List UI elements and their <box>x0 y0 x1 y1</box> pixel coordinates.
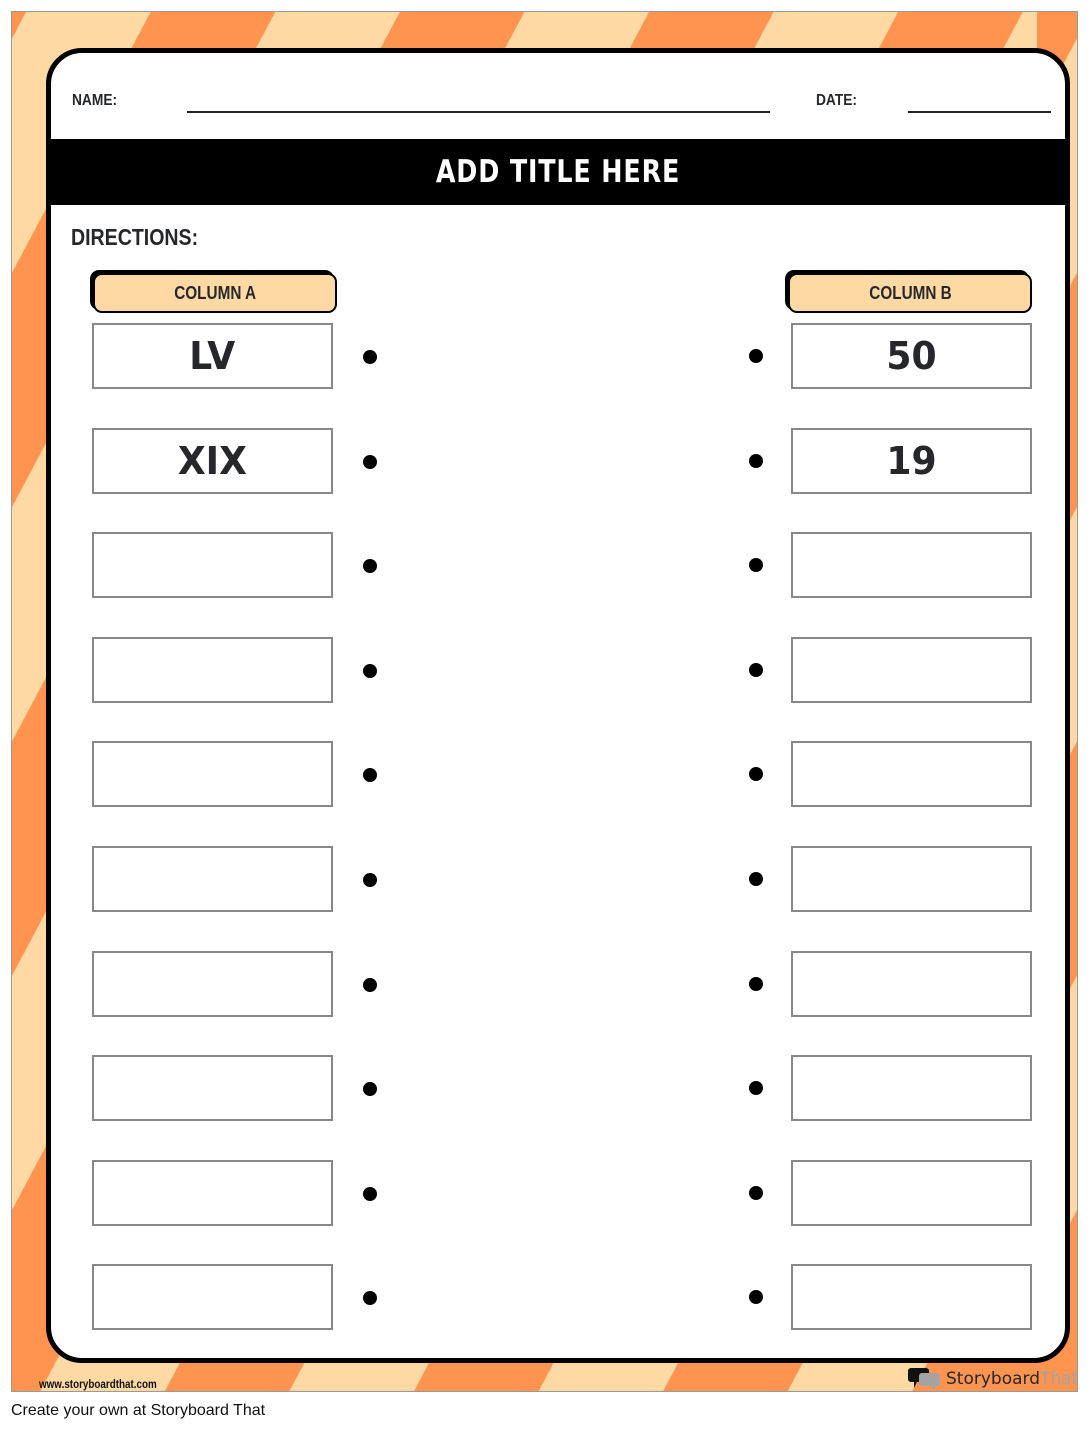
column-a-match-dot[interactable] <box>363 664 377 678</box>
column-a-match-dot[interactable] <box>363 350 377 364</box>
column-a-item-text: LV <box>189 334 236 378</box>
column-b-match-dot[interactable] <box>749 977 763 991</box>
column-a-match-dot[interactable] <box>363 559 377 573</box>
brand-name-storyboard: Storyboard <box>946 1369 1040 1389</box>
worksheet-card: NAME: DATE: ADD TITLE HERE DIRECTIONS: C… <box>46 48 1070 1363</box>
title-band: ADD TITLE HERE <box>51 139 1065 205</box>
column-a-item[interactable] <box>92 1055 333 1121</box>
column-b-match-dot[interactable] <box>749 1290 763 1304</box>
column-b-match-dot[interactable] <box>749 558 763 572</box>
column-b-match-dot[interactable] <box>749 872 763 886</box>
column-b-item[interactable]: 19 <box>791 428 1032 494</box>
name-line[interactable] <box>187 111 770 113</box>
column-b-match-dot[interactable] <box>749 454 763 468</box>
column-a-item[interactable] <box>92 637 333 703</box>
column-a-match-dot[interactable] <box>363 768 377 782</box>
column-b-match-dot[interactable] <box>749 1186 763 1200</box>
column-a-header: COLUMN A <box>93 273 337 313</box>
column-b-item[interactable]: 50 <box>791 323 1032 389</box>
storyboardthat-logo[interactable]: Storyboard That <box>908 1365 1078 1391</box>
column-b-item[interactable] <box>791 741 1032 807</box>
column-a-item[interactable] <box>92 951 333 1017</box>
brand-name-that: That <box>1040 1369 1078 1389</box>
column-a-item[interactable] <box>92 1264 333 1330</box>
column-b-item[interactable] <box>791 951 1032 1017</box>
column-b-item-text: 19 <box>886 439 937 483</box>
column-a-item[interactable]: LV <box>92 323 333 389</box>
column-a-match-dot[interactable] <box>363 455 377 469</box>
column-b-match-dot[interactable] <box>749 1081 763 1095</box>
column-a-match-dot[interactable] <box>363 978 377 992</box>
column-a-item[interactable] <box>92 741 333 807</box>
column-a-header-label: COLUMN A <box>174 282 256 303</box>
column-b-match-dot[interactable] <box>749 767 763 781</box>
worksheet-page: NAME: DATE: ADD TITLE HERE DIRECTIONS: C… <box>11 11 1078 1392</box>
column-a-match-dot[interactable] <box>363 1291 377 1305</box>
column-b-item-text: 50 <box>886 334 937 378</box>
column-b-header: COLUMN B <box>788 273 1032 313</box>
footer-url[interactable]: www.storyboardthat.com <box>39 1377 157 1391</box>
column-b-item[interactable] <box>791 846 1032 912</box>
column-a-match-dot[interactable] <box>363 1082 377 1096</box>
column-a-item-text: XIX <box>177 439 248 483</box>
column-a-item[interactable] <box>92 532 333 598</box>
column-b-item[interactable] <box>791 1264 1032 1330</box>
column-b-match-dot[interactable] <box>749 349 763 363</box>
column-a-match-dot[interactable] <box>363 873 377 887</box>
directions-label: DIRECTIONS: <box>71 224 199 250</box>
name-label: NAME: <box>72 92 118 109</box>
column-b-item[interactable] <box>791 1055 1032 1121</box>
column-b-match-dot[interactable] <box>749 663 763 677</box>
date-line[interactable] <box>908 111 1051 113</box>
column-b-item[interactable] <box>791 532 1032 598</box>
column-a-item[interactable] <box>92 1160 333 1226</box>
column-b-item[interactable] <box>791 637 1032 703</box>
speech-bubbles-icon <box>908 1366 942 1391</box>
worksheet-title[interactable]: ADD TITLE HERE <box>436 154 680 190</box>
column-b-header-label: COLUMN B <box>868 282 952 303</box>
column-a-match-dot[interactable] <box>363 1187 377 1201</box>
column-b-item[interactable] <box>791 1160 1032 1226</box>
create-your-own-caption[interactable]: Create your own at Storyboard That <box>11 1402 265 1420</box>
column-a-item[interactable] <box>92 846 333 912</box>
column-a-item[interactable]: XIX <box>92 428 333 494</box>
date-label: DATE: <box>816 92 858 109</box>
